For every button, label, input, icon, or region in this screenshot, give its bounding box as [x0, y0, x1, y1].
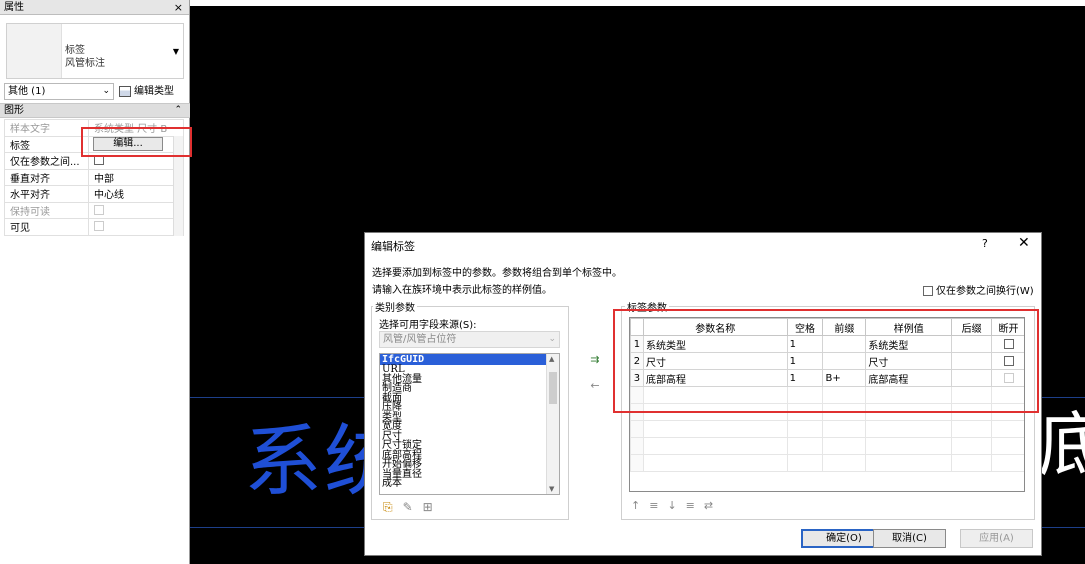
properties-title: 属性 [4, 2, 24, 13]
move-up-icon[interactable]: ↑≡ [631, 499, 667, 512]
property-key: 保持可读 [4, 201, 89, 219]
close-icon[interactable]: ✕ [1018, 235, 1030, 251]
tag-text-right: 底 [1038, 404, 1085, 486]
highlight-box [81, 127, 192, 157]
field-source-label: 选择可用字段来源(S): [379, 320, 477, 331]
list-scrollbar[interactable]: ▲ ▼ [546, 354, 559, 494]
add-shared-parameter-icon[interactable]: ⊞ [423, 500, 443, 514]
edit-type-button[interactable]: 编辑类型 [119, 83, 174, 100]
add-parameter-arrow-icon[interactable]: ⇉ [587, 353, 603, 367]
empty-row [630, 437, 1024, 455]
property-key: 垂直对齐 [4, 168, 89, 186]
instance-selector[interactable]: 其他 (1) ⌄ [4, 83, 114, 100]
property-key: 仅在参数之间... [4, 152, 89, 170]
list-item[interactable]: 当量直径 [380, 469, 559, 480]
list-item[interactable]: 类型 [380, 412, 559, 423]
list-item[interactable]: 成本 [380, 479, 559, 489]
group-name: 图形 [4, 105, 24, 116]
scrollbar-thumb[interactable] [549, 372, 557, 404]
edit-type-icon [119, 85, 131, 97]
chevron-down-icon: ⌄ [548, 334, 556, 344]
type-selector[interactable]: 标签 风管标注 ▼ [6, 23, 184, 79]
chevron-down-icon: ⌄ [102, 86, 110, 96]
dialog-instruction: 请输入在族环境中表示此标签的样例值。 [372, 285, 552, 296]
edit-type-label: 编辑类型 [134, 86, 174, 97]
properties-palette: 属性 × 标签 风管标注 ▼ 其他 (1) ⌄ 编辑类型 图形 ⌃ 样本文字 系… [0, 0, 190, 564]
help-button[interactable]: ? [982, 237, 988, 250]
parameter-tools: ⎘✎⊞ [383, 500, 443, 515]
dialog-title: 编辑标签 [371, 240, 415, 253]
wrap-between-parameters-label: 仅在参数之间换行(W) [936, 286, 1034, 297]
property-value[interactable]: 中心线 [88, 185, 184, 203]
available-fields-list[interactable]: IfcGUID URL 其他流量 制造商 截面 压降 类型 宽度 尺寸 尺寸锁定… [379, 353, 560, 495]
type-thumbnail [7, 24, 62, 78]
property-row: 垂直对齐 中部 [4, 168, 184, 186]
property-row: 水平对齐 中心线 [4, 185, 184, 203]
new-parameter-icon[interactable]: ⎘ [383, 500, 403, 514]
sort-icon[interactable]: ⇄ [704, 499, 722, 512]
property-value-cell [88, 201, 184, 219]
properties-title-bar: 属性 × [0, 0, 189, 15]
category-parameters-title: 类别参数 [373, 299, 417, 314]
group-header-graphics[interactable]: 图形 ⌃ [0, 103, 190, 118]
list-item[interactable]: 截面 [380, 393, 559, 404]
grid-tools: ↑≡↓≡⇄ [631, 499, 722, 512]
property-row: 可见 [4, 218, 184, 236]
dropdown-arrow-icon[interactable]: ▼ [173, 47, 179, 56]
list-item[interactable]: IfcGUID [380, 354, 559, 365]
property-key: 标签 [4, 135, 89, 153]
property-row: 保持可读 [4, 201, 184, 219]
property-key: 可见 [4, 218, 89, 236]
empty-row [630, 454, 1024, 472]
dialog-instruction: 选择要添加到标签中的参数。参数将组合到单个标签中。 [372, 268, 622, 279]
scroll-up-icon[interactable]: ▲ [549, 355, 554, 363]
close-icon[interactable]: × [174, 0, 183, 15]
highlight-box [613, 309, 1039, 413]
type-name: 风管标注 [65, 58, 105, 69]
instance-bar: 其他 (1) ⌄ 编辑类型 [4, 83, 186, 100]
property-value-cell [88, 218, 184, 236]
property-key: 样本文字 [4, 119, 89, 137]
field-source-select: 风管/风管占位符 ⌄ [379, 331, 560, 348]
property-key: 水平对齐 [4, 185, 89, 203]
move-down-icon[interactable]: ↓≡ [667, 499, 703, 512]
list-item[interactable]: 压降 [380, 403, 559, 413]
collapse-icon[interactable]: ⌃ [174, 104, 182, 117]
wrap-between-parameters-option[interactable]: 仅在参数之间换行(W) [923, 282, 1034, 297]
list-item[interactable]: 制造商 [380, 384, 559, 394]
field-source-value: 风管/风管占位符 [383, 334, 457, 345]
cancel-button[interactable]: 取消(C) [873, 529, 946, 548]
empty-row [630, 420, 1024, 438]
wrap-between-parameters-checkbox[interactable] [923, 286, 933, 296]
visible-checkbox[interactable] [94, 221, 104, 232]
scroll-down-icon[interactable]: ▼ [549, 485, 554, 493]
instance-selector-label: 其他 (1) [8, 86, 46, 97]
property-value[interactable]: 中部 [88, 168, 184, 186]
keep-readable-checkbox [94, 204, 104, 215]
list-item[interactable]: 宽度 [380, 422, 559, 432]
edit-parameter-icon[interactable]: ✎ [403, 500, 423, 514]
remove-parameter-arrow-icon[interactable]: ← [587, 379, 603, 393]
apply-button: 应用(A) [960, 529, 1033, 548]
